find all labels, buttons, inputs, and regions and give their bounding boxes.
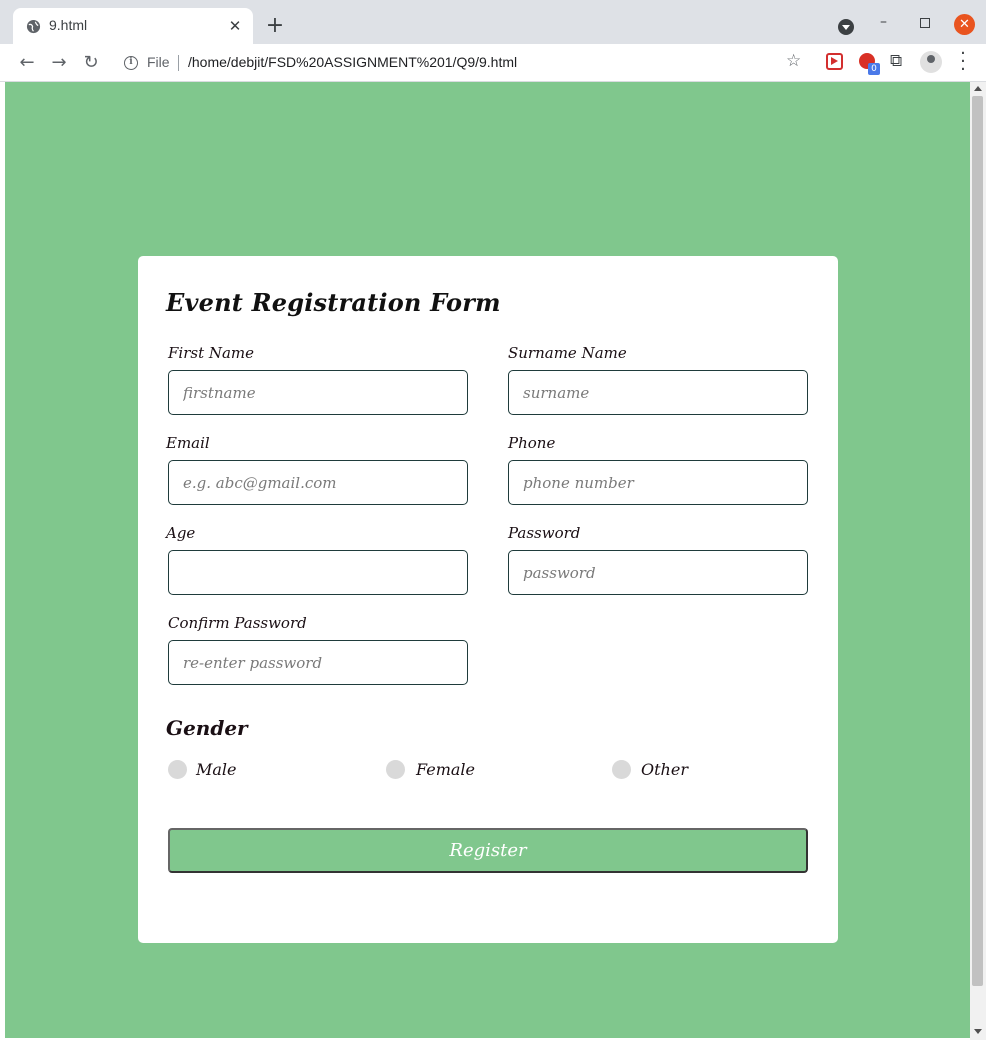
first-name-input[interactable] <box>168 370 468 415</box>
menu-kebab-icon[interactable]: · · · <box>958 45 968 79</box>
gender-other-radio[interactable] <box>612 760 631 779</box>
password-input[interactable] <box>508 550 808 595</box>
phone-label: Phone <box>508 434 556 452</box>
reload-icon[interactable]: ↻ <box>80 52 102 74</box>
surname-input[interactable] <box>508 370 808 415</box>
gender-female-radio[interactable] <box>386 760 405 779</box>
page-viewport: Event Registration Form First Name Surna… <box>0 82 986 1040</box>
vertical-scrollbar[interactable] <box>970 82 986 1040</box>
info-icon[interactable]: i <box>124 56 138 70</box>
scroll-down-arrow-icon[interactable] <box>974 1029 982 1034</box>
globe-icon <box>26 19 41 34</box>
address-bar[interactable]: i File /home/debjit/FSD%20ASSIGNMENT%201… <box>112 49 812 77</box>
bookmark-star-icon[interactable]: ☆ <box>786 51 801 71</box>
extension-play-icon[interactable] <box>826 53 843 70</box>
email-label: Email <box>166 434 210 452</box>
forward-arrow-icon[interactable]: → <box>48 52 70 74</box>
gender-other-label[interactable]: Other <box>641 760 688 779</box>
gender-male-radio[interactable] <box>168 760 187 779</box>
form-title: Event Registration Form <box>166 288 501 317</box>
minimize-icon[interactable]: – <box>880 14 892 34</box>
back-arrow-icon[interactable]: ← <box>16 52 38 74</box>
gender-title: Gender <box>166 716 248 740</box>
new-tab-button[interactable]: + <box>264 15 286 37</box>
confirm-password-label: Confirm Password <box>168 614 307 632</box>
age-input[interactable] <box>168 550 468 595</box>
gender-female-label[interactable]: Female <box>416 760 475 779</box>
gender-male-label[interactable]: Male <box>196 760 237 779</box>
tab-title: 9.html <box>49 17 88 33</box>
tab-strip: 9.html ✕ + – ✕ <box>0 0 986 45</box>
email-input[interactable] <box>168 460 468 505</box>
scroll-up-arrow-icon[interactable] <box>974 86 982 91</box>
phone-input[interactable] <box>508 460 808 505</box>
registration-card: Event Registration Form First Name Surna… <box>138 256 838 943</box>
confirm-password-input[interactable] <box>168 640 468 685</box>
url-text[interactable]: /home/debjit/FSD%20ASSIGNMENT%201/Q9/9.h… <box>188 54 517 70</box>
profile-avatar-icon[interactable] <box>920 51 942 73</box>
scroll-thumb[interactable] <box>972 96 983 986</box>
extension-badge: 0 <box>868 63 880 75</box>
age-label: Age <box>166 524 196 542</box>
tab-search-icon[interactable] <box>838 19 854 35</box>
window-close-icon[interactable]: ✕ <box>954 14 975 35</box>
file-label: File <box>147 54 170 70</box>
browser-tab[interactable]: 9.html ✕ <box>13 8 253 45</box>
url-separator <box>178 55 179 71</box>
surname-label: Surname Name <box>508 344 627 362</box>
extensions-puzzle-icon[interactable]: ⧉ <box>890 51 902 71</box>
maximize-icon[interactable] <box>920 18 930 28</box>
first-name-label: First Name <box>168 344 255 362</box>
tab-close-icon[interactable]: ✕ <box>227 18 243 34</box>
password-label: Password <box>508 524 581 542</box>
register-button[interactable]: Register <box>168 828 808 873</box>
page-background: Event Registration Form First Name Surna… <box>5 82 970 1038</box>
